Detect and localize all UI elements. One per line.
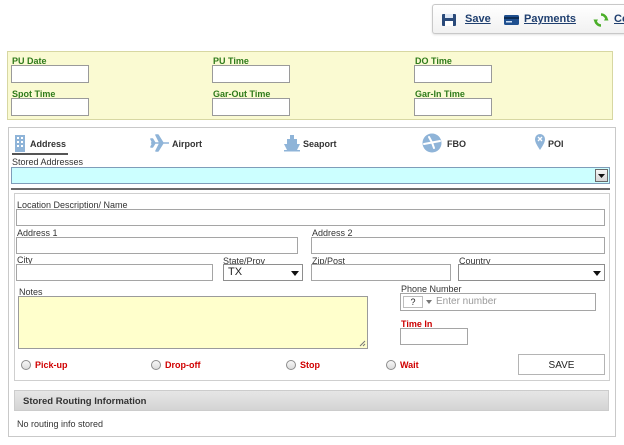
address2-input[interactable] [311, 237, 605, 254]
pu-time-input[interactable] [212, 65, 290, 83]
tab-seaport-label: Seaport [303, 139, 337, 149]
tab-airport[interactable]: Airport [150, 133, 210, 155]
routing-empty-message: No routing info stored [17, 419, 104, 429]
building-icon [15, 135, 25, 152]
pickup-radio-label: Pick-up [35, 360, 68, 370]
resize-handle-icon[interactable] [359, 340, 366, 347]
tab-seaport[interactable]: Seaport [284, 133, 346, 155]
tab-fbo-label: FBO [447, 139, 466, 149]
tab-airport-label: Airport [172, 139, 202, 149]
stop-radio-label: Stop [300, 360, 320, 370]
stored-addresses-select[interactable] [11, 167, 610, 184]
tab-address[interactable]: Address [12, 133, 68, 155]
chevron-down-icon [593, 271, 601, 276]
spot-time-input[interactable] [11, 98, 89, 116]
routing-header: Stored Routing Information [14, 390, 609, 411]
save-link[interactable]: Save [465, 13, 491, 25]
dropoff-radio-label: Drop-off [165, 360, 201, 370]
tab-poi[interactable]: POI [534, 133, 574, 155]
location-input[interactable] [16, 209, 605, 226]
pickup-radio[interactable] [21, 360, 31, 370]
chevron-down-icon [598, 174, 605, 178]
refresh-icon[interactable] [593, 13, 609, 27]
country-select[interactable] [458, 264, 605, 281]
phone-country-code[interactable]: ? [403, 296, 423, 308]
section-divider [11, 188, 610, 190]
save-icon[interactable] [441, 13, 457, 27]
action-toolbar: Save Payments Co [432, 4, 624, 34]
stop-radio[interactable] [286, 360, 296, 370]
tab-fbo[interactable]: FBO [420, 133, 470, 155]
payments-link[interactable]: Payments [524, 13, 576, 25]
time-in-input[interactable] [400, 328, 468, 345]
tab-address-label: Address [30, 139, 67, 149]
fbo-plane-icon [422, 133, 442, 153]
do-time-input[interactable] [414, 65, 492, 83]
gar-out-time-input[interactable] [212, 98, 290, 116]
chevron-down-icon [291, 271, 299, 276]
ship-icon [284, 135, 300, 152]
save-address-button[interactable]: SAVE [518, 354, 605, 375]
gar-in-time-input[interactable] [414, 98, 492, 116]
chevron-down-icon [426, 300, 432, 304]
tab-poi-label: POI [548, 139, 564, 149]
routing-header-title: Stored Routing Information [23, 396, 147, 407]
phone-placeholder: Enter number [436, 296, 497, 307]
airplane-icon [150, 134, 169, 152]
stored-addresses-label: Stored Addresses [12, 157, 84, 167]
stored-addresses-dropdown-button[interactable] [595, 169, 608, 182]
trip-times-panel [7, 51, 613, 120]
zip-input[interactable] [311, 264, 451, 281]
notes-textarea[interactable] [18, 296, 368, 349]
city-input[interactable] [16, 264, 213, 281]
state-value: TX [228, 266, 243, 278]
wait-radio-label: Wait [400, 360, 419, 370]
pu-date-input[interactable] [11, 65, 89, 83]
payment-card-icon[interactable] [503, 13, 521, 27]
state-select[interactable]: TX [223, 264, 303, 281]
address1-input[interactable] [16, 237, 298, 254]
dropoff-radio[interactable] [151, 360, 161, 370]
wait-radio[interactable] [386, 360, 396, 370]
phone-input[interactable]: ? Enter number [400, 293, 596, 311]
co-link[interactable]: Co [614, 13, 624, 25]
map-pin-icon [535, 134, 545, 150]
